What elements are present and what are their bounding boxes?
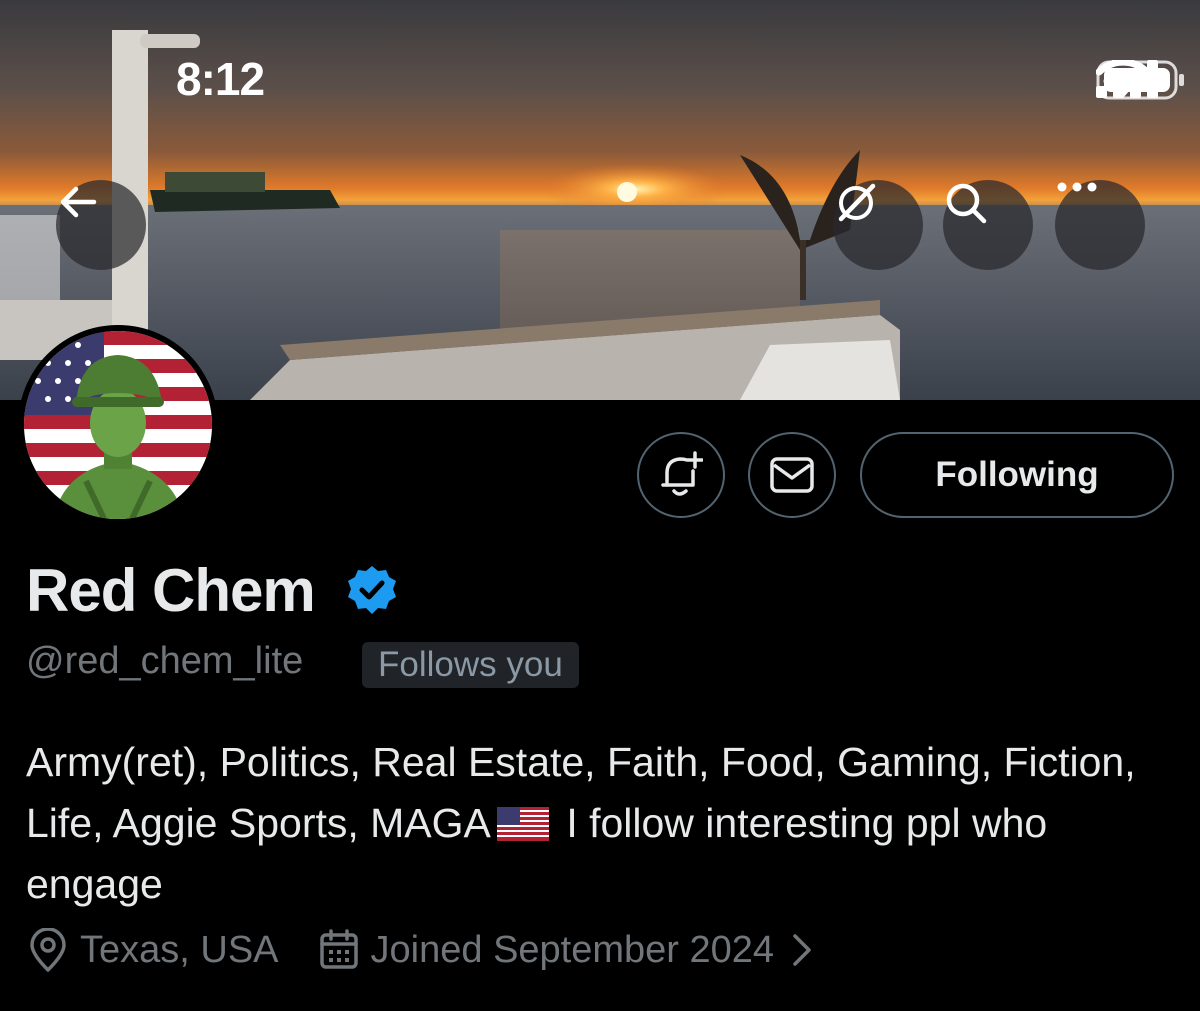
profile-meta: Texas, USA Joined September 2024 — [28, 928, 814, 972]
bell-plus-icon — [661, 451, 703, 496]
status-time: 8:12 — [176, 53, 265, 105]
joined-text: Joined September 2024 — [370, 928, 775, 971]
follows-you-badge: Follows you — [362, 642, 579, 688]
back-button[interactable] — [56, 180, 146, 270]
chevron-right-icon — [793, 934, 811, 966]
battery-icon — [1096, 60, 1184, 100]
user-handle: @red_chem_lite — [26, 640, 304, 682]
message-button[interactable] — [748, 432, 836, 518]
avatar-image — [24, 331, 212, 519]
location: Texas, USA — [28, 928, 279, 972]
search-button[interactable] — [943, 180, 1033, 270]
calendar-icon — [319, 929, 358, 969]
us-flag-icon — [496, 807, 549, 841]
location-text: Texas, USA — [80, 928, 279, 971]
display-name: Red Chem — [26, 557, 316, 624]
joined-date[interactable]: Joined September 2024 — [319, 929, 815, 972]
profile-banner: 8:12 — [0, 0, 1200, 400]
search-icon — [946, 183, 987, 224]
location-pin-icon — [30, 928, 66, 972]
profile-bio: Army(ret), Politics, Real Estate, Faith,… — [26, 732, 1176, 915]
verified-badge-icon[interactable] — [346, 564, 398, 616]
grok-icon — [838, 183, 876, 222]
arrow-left-icon — [60, 186, 97, 218]
more-button[interactable] — [1055, 180, 1145, 270]
grok-button[interactable] — [833, 180, 923, 270]
following-button[interactable]: Following — [860, 432, 1174, 518]
avatar[interactable] — [18, 325, 218, 525]
mail-icon — [770, 457, 814, 493]
notifications-button[interactable] — [637, 432, 725, 518]
more-horizontal-icon — [1057, 182, 1097, 192]
